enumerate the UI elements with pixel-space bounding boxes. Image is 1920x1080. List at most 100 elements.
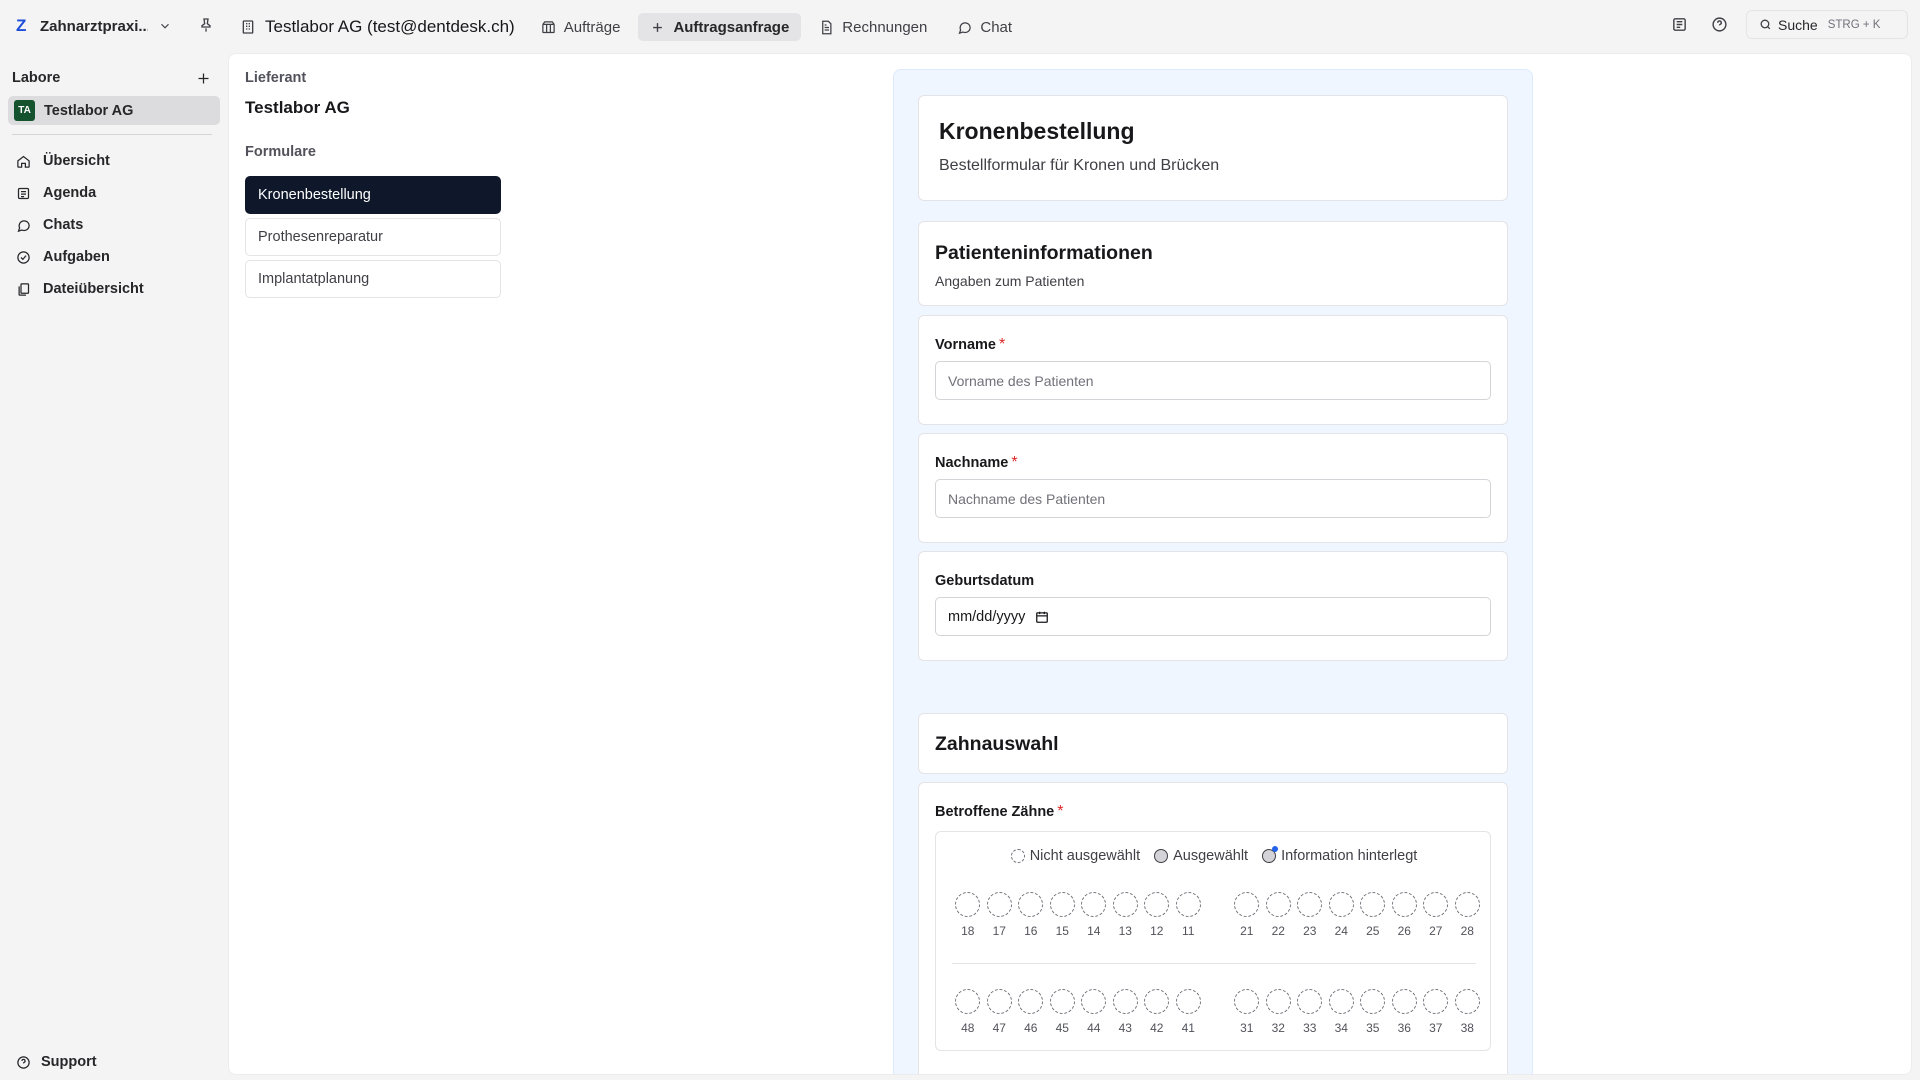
tooth-circle-icon	[1360, 989, 1386, 1014]
nav-chat[interactable]: Chat	[945, 13, 1024, 41]
news-icon[interactable]	[1666, 12, 1692, 38]
tooth-17[interactable]: 17	[984, 892, 1016, 940]
tooth-11[interactable]: 11	[1173, 892, 1205, 940]
form-item-kronenbestellung[interactable]: Kronenbestellung	[245, 176, 501, 214]
tooth-25[interactable]: 25	[1357, 892, 1389, 940]
search-icon	[1760, 19, 1771, 30]
tooth-circle-icon	[1175, 892, 1201, 917]
tooth-46[interactable]: 46	[1015, 989, 1047, 1037]
add-lab-icon[interactable]	[194, 69, 212, 87]
sidebar-item-aufgaben[interactable]: Aufgaben	[8, 241, 220, 273]
tooth-26[interactable]: 26	[1389, 892, 1421, 940]
forms-list: Kronenbestellung Prothesenreparatur Impl…	[245, 176, 501, 298]
tooth-circle-icon	[1297, 989, 1323, 1014]
required-mark: *	[998, 336, 1006, 353]
tooth-22[interactable]: 22	[1263, 892, 1295, 940]
sidebar-item-uebersicht[interactable]: Übersicht	[8, 145, 220, 177]
tooth-32[interactable]: 32	[1263, 989, 1295, 1037]
form-item-prothesenreparatur[interactable]: Prothesenreparatur	[245, 218, 501, 256]
tooth-34[interactable]: 34	[1326, 989, 1358, 1037]
main-content: Lieferant Testlabor AG Formulare Kronenb…	[228, 53, 1912, 1075]
tooth-number: 13	[1118, 924, 1132, 938]
tooth-circle-icon	[1234, 989, 1260, 1014]
tooth-number: 34	[1334, 1021, 1348, 1035]
sidebar-item-dateiuebersicht[interactable]: Dateiübersicht	[8, 273, 220, 305]
tooth-41[interactable]: 41	[1173, 989, 1205, 1037]
teeth-field-card: Betroffene Zähne * Nicht ausgewählt Ausge…	[918, 782, 1508, 1074]
help-icon[interactable]	[1706, 12, 1732, 38]
form-item-implantatplanung[interactable]: Implantatplanung	[245, 260, 501, 298]
calendar-icon[interactable]	[1035, 610, 1049, 624]
tooth-circle-icon	[1144, 989, 1170, 1014]
patient-section-card: Patienteninformationen Angaben zum Patie…	[918, 221, 1508, 306]
quadrant-upper-right: 18 17 16 15 14 13 12 11	[952, 892, 1204, 940]
tooth-number: 36	[1397, 1021, 1411, 1035]
chevron-down-icon	[161, 23, 169, 29]
tooth-21[interactable]: 21	[1231, 892, 1263, 940]
search-button[interactable]: Suche STRG + K	[1746, 10, 1908, 39]
tooth-circle-icon	[1265, 989, 1291, 1014]
tooth-number: 11	[1182, 924, 1195, 938]
tooth-circle-icon	[1423, 892, 1449, 917]
tooth-number: 38	[1460, 1021, 1474, 1035]
patient-section-title: Patienteninformationen	[935, 242, 1153, 264]
tooth-circle-icon	[1265, 892, 1291, 917]
tooth-23[interactable]: 23	[1294, 892, 1326, 940]
nav-auftraege[interactable]: Aufträge	[529, 13, 633, 41]
sidebar-item-chats[interactable]: Chats	[8, 209, 220, 241]
building-icon	[242, 20, 254, 34]
tooth-circle-icon	[955, 892, 981, 917]
tooth-circle-icon	[1328, 989, 1354, 1014]
tooth-28[interactable]: 28	[1452, 892, 1484, 940]
tooth-47[interactable]: 47	[984, 989, 1016, 1037]
tooth-48[interactable]: 48	[952, 989, 984, 1037]
tooth-14[interactable]: 14	[1078, 892, 1110, 940]
quadrant-upper-left: 21 22 23 24 25 26 27 28	[1231, 892, 1483, 940]
tooth-33[interactable]: 33	[1294, 989, 1326, 1037]
tooth-circle-icon	[1081, 892, 1107, 917]
support-link[interactable]: Support	[16, 1054, 97, 1070]
tooth-number: 17	[992, 924, 1006, 938]
legend-selected: Ausgewählt	[1154, 848, 1248, 864]
geburtsdatum-input[interactable]: mm/dd/yyyy	[935, 597, 1491, 636]
tooth-44[interactable]: 44	[1078, 989, 1110, 1037]
tooth-36[interactable]: 36	[1389, 989, 1421, 1037]
tooth-42[interactable]: 42	[1141, 989, 1173, 1037]
tooth-12[interactable]: 12	[1141, 892, 1173, 940]
tooth-number: 26	[1397, 924, 1411, 938]
sidebar-lab-item[interactable]: TA Testlabor AG	[8, 96, 220, 125]
tooth-circle-icon	[1328, 892, 1354, 917]
tooth-number: 44	[1087, 1021, 1101, 1035]
nav-auftragsanfrage[interactable]: Auftragsanfrage	[638, 13, 802, 41]
tooth-37[interactable]: 37	[1420, 989, 1452, 1037]
tooth-circle-icon	[1081, 989, 1107, 1014]
tooth-number: 24	[1334, 924, 1348, 938]
form-description: Bestellformular für Kronen und Brücken	[939, 157, 1220, 174]
workspace-switcher[interactable]: Z Zahnarztpraxi...	[12, 11, 172, 41]
nachname-input[interactable]	[935, 479, 1491, 518]
tooth-43[interactable]: 43	[1110, 989, 1142, 1037]
tooth-15[interactable]: 15	[1047, 892, 1079, 940]
quadrant-lower-right: 48 47 46 45 44 43 42 41	[952, 989, 1204, 1037]
nav-rechnungen[interactable]: Rechnungen	[807, 13, 939, 41]
sidebar-item-agenda[interactable]: Agenda	[8, 177, 220, 209]
tooth-38[interactable]: 38	[1452, 989, 1484, 1037]
document-icon	[822, 20, 832, 34]
tooth-45[interactable]: 45	[1047, 989, 1079, 1037]
files-icon	[18, 282, 30, 296]
tooth-18[interactable]: 18	[952, 892, 984, 940]
vorname-input[interactable]	[935, 361, 1491, 400]
chat-icon	[17, 219, 30, 232]
tooth-35[interactable]: 35	[1357, 989, 1389, 1037]
pin-icon[interactable]	[195, 14, 217, 36]
tooth-24[interactable]: 24	[1326, 892, 1358, 940]
supplier-label: Lieferant	[245, 70, 307, 86]
vorname-label-row: Vorname *	[935, 336, 1005, 354]
tooth-13[interactable]: 13	[1110, 892, 1142, 940]
tooth-27[interactable]: 27	[1420, 892, 1452, 940]
tooth-31[interactable]: 31	[1231, 989, 1263, 1037]
tooth-circle-icon	[1112, 989, 1138, 1014]
teeth-section-card: Zahnauswahl	[918, 713, 1508, 774]
tooth-16[interactable]: 16	[1015, 892, 1047, 940]
tooth-number: 45	[1055, 1021, 1069, 1035]
